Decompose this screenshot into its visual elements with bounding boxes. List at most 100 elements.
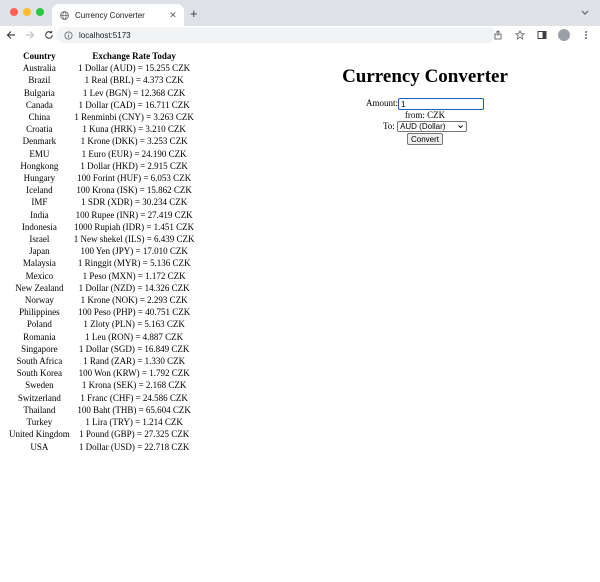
chevron-down-icon	[458, 125, 463, 129]
amount-input[interactable]	[398, 98, 484, 110]
reload-button[interactable]	[41, 27, 57, 43]
rate-cell: 100 Yen (JPY) = 17.010 CZK	[80, 246, 188, 257]
table-row: South Africa 1 Rand (ZAR) = 1.330 CZK	[8, 355, 196, 367]
country-cell: Malaysia	[22, 258, 56, 269]
back-button[interactable]	[3, 27, 19, 43]
bookmark-button[interactable]	[512, 27, 528, 43]
tab-title: Currency Converter	[75, 10, 145, 20]
country-cell: Switzerland	[17, 392, 61, 403]
browser-tab[interactable]: Currency Converter ✕	[52, 4, 184, 26]
rate-cell: 100 Krona (ISK) = 15.862 CZK	[76, 185, 192, 196]
url-text: localhost:5173	[79, 30, 131, 40]
arrow-right-icon	[26, 31, 35, 39]
table-row: Hongkong 1 Dollar (HKD) = 2.915 CZK	[8, 160, 196, 172]
browser-toolbar: localhost:5173	[0, 26, 600, 44]
profile-button[interactable]	[556, 27, 572, 43]
table-row: Singapore 1 Dollar (SGD) = 16.849 CZK	[8, 343, 196, 355]
table-row: New Zealand 1 Dollar (NZD) = 14.326 CZK	[8, 282, 196, 294]
rate-cell: 1 Franc (CHF) = 24.586 CZK	[80, 392, 188, 403]
rate-cell: 1 Dollar (USD) = 22.718 CZK	[78, 441, 190, 452]
convert-button[interactable]: Convert	[406, 133, 443, 146]
amount-label: Amount:	[365, 98, 398, 109]
rate-cell: 1 Krona (SEK) = 2.168 CZK	[81, 380, 187, 391]
country-cell: Mexico	[25, 270, 54, 281]
table-header-row: Country Exchange Rate Today	[8, 50, 196, 62]
rate-cell: 1 Renminbi (CNY) = 3.263 CZK	[74, 112, 194, 123]
rate-cell: 1 Real (BRL) = 4.373 CZK	[84, 75, 184, 86]
globe-icon	[60, 10, 69, 20]
country-cell: South Africa	[16, 356, 63, 367]
to-currency-select[interactable]: AUD (Dollar)	[397, 121, 468, 133]
rate-cell: 1 Rand (ZAR) = 1.330 CZK	[83, 356, 186, 367]
table-row: China 1 Renminbi (CNY) = 3.263 CZK	[8, 111, 196, 123]
country-cell: Croatia	[26, 124, 53, 135]
table-row: Iceland 100 Krona (ISK) = 15.862 CZK	[8, 184, 196, 196]
info-icon[interactable]	[64, 30, 73, 40]
country-cell: India	[30, 209, 49, 220]
from-currency-text: from: CZK	[404, 110, 446, 120]
country-cell: Indonesia	[21, 221, 57, 232]
country-cell: Singapore	[21, 343, 58, 354]
table-row: USA 1 Dollar (USD) = 22.718 CZK	[8, 441, 196, 453]
close-tab-icon[interactable]: ✕	[168, 10, 178, 21]
table-row: Hungary 100 Forint (HUF) = 6.053 CZK	[8, 172, 196, 184]
country-cell: USA	[30, 441, 49, 452]
table-row: Israel 1 New shekel (ILS) = 6.439 CZK	[8, 233, 196, 245]
forward-button[interactable]	[22, 27, 38, 43]
browser-chrome: Currency Converter ✕ + localhost:5173	[0, 0, 600, 44]
country-cell: Turkey	[26, 417, 53, 428]
address-bar[interactable]: localhost:5173	[56, 27, 496, 43]
table-row: Brazil 1 Real (BRL) = 4.373 CZK	[8, 74, 196, 86]
close-window-button[interactable]	[10, 8, 18, 16]
rate-cell: 1 Dollar (CAD) = 16.711 CZK	[78, 99, 190, 110]
country-cell: Australia	[22, 63, 56, 74]
table-row: Mexico 1 Peso (MXN) = 1.172 CZK	[8, 270, 196, 282]
rate-cell: 1 Dollar (AUD) = 15.255 CZK	[78, 63, 191, 74]
rate-cell: 100 Rupee (INR) = 27.419 CZK	[75, 209, 193, 220]
avatar	[558, 29, 570, 41]
rate-cell: 1 New shekel (ILS) = 6.439 CZK	[73, 234, 195, 245]
column-header-country: Country	[23, 51, 56, 61]
rate-cell: 1000 Rupiah (IDR) = 1.451 CZK	[74, 221, 195, 232]
menu-button[interactable]	[578, 27, 594, 43]
rate-cell: 1 Lira (TRY) = 1.214 CZK	[85, 417, 183, 428]
rate-cell: 1 Dollar (SGD) = 16.849 CZK	[78, 343, 190, 354]
rate-cell: 1 Zloty (PLN) = 5.163 CZK	[83, 319, 185, 330]
chevron-down-icon[interactable]	[580, 7, 590, 17]
country-cell: Denmark	[22, 136, 57, 147]
rate-cell: 100 Won (KRW) = 1.792 CZK	[78, 368, 190, 379]
country-cell: Romania	[23, 331, 56, 342]
convert-row: Convert	[330, 132, 520, 146]
table-row: Malaysia 1 Ringgit (MYR) = 5.136 CZK	[8, 257, 196, 269]
side-panel-button[interactable]	[534, 27, 550, 43]
rate-cell: 1 Ringgit (MYR) = 5.136 CZK	[77, 258, 191, 269]
rate-cell: 1 Kuna (HRK) = 3.210 CZK	[82, 124, 186, 135]
rate-cell: 1 SDR (XDR) = 30.234 CZK	[81, 197, 188, 208]
arrow-left-icon	[6, 31, 15, 39]
maximize-window-button[interactable]	[36, 8, 44, 16]
to-label: To:	[382, 121, 395, 131]
country-cell: Israel	[29, 234, 50, 245]
new-tab-button[interactable]: +	[190, 6, 198, 22]
share-icon	[494, 30, 502, 40]
reload-icon	[45, 30, 53, 39]
rate-cell: 1 Leu (RON) = 4.887 CZK	[85, 331, 184, 342]
amount-row: Amount:	[330, 98, 520, 110]
page-content: Country Exchange Rate Today Australia 1 D…	[0, 44, 600, 582]
rate-cell: 1 Krone (NOK) = 2.293 CZK	[80, 295, 188, 306]
table-row: Thailand 100 Baht (THB) = 65.604 CZK	[8, 404, 196, 416]
minimize-window-button[interactable]	[23, 8, 31, 16]
rate-cell: 100 Baht (THB) = 65.604 CZK	[77, 404, 191, 415]
table-row: Denmark 1 Krone (DKK) = 3.253 CZK	[8, 135, 196, 147]
more-vertical-icon	[585, 31, 587, 39]
country-cell: South Korea	[16, 368, 62, 379]
country-cell: Hongkong	[20, 160, 59, 171]
table-row: IMF 1 SDR (XDR) = 30.234 CZK	[8, 196, 196, 208]
country-cell: Philippines	[19, 307, 60, 318]
converter-panel: Currency Converter Amount: from: CZK To:…	[330, 66, 520, 146]
share-button[interactable]	[490, 27, 506, 43]
window-controls	[10, 8, 44, 16]
rate-cell: 1 Euro (EUR) = 24.190 CZK	[81, 148, 187, 159]
to-currency-value: AUD (Dollar)	[400, 122, 446, 132]
country-cell: Bulgaria	[23, 87, 55, 98]
